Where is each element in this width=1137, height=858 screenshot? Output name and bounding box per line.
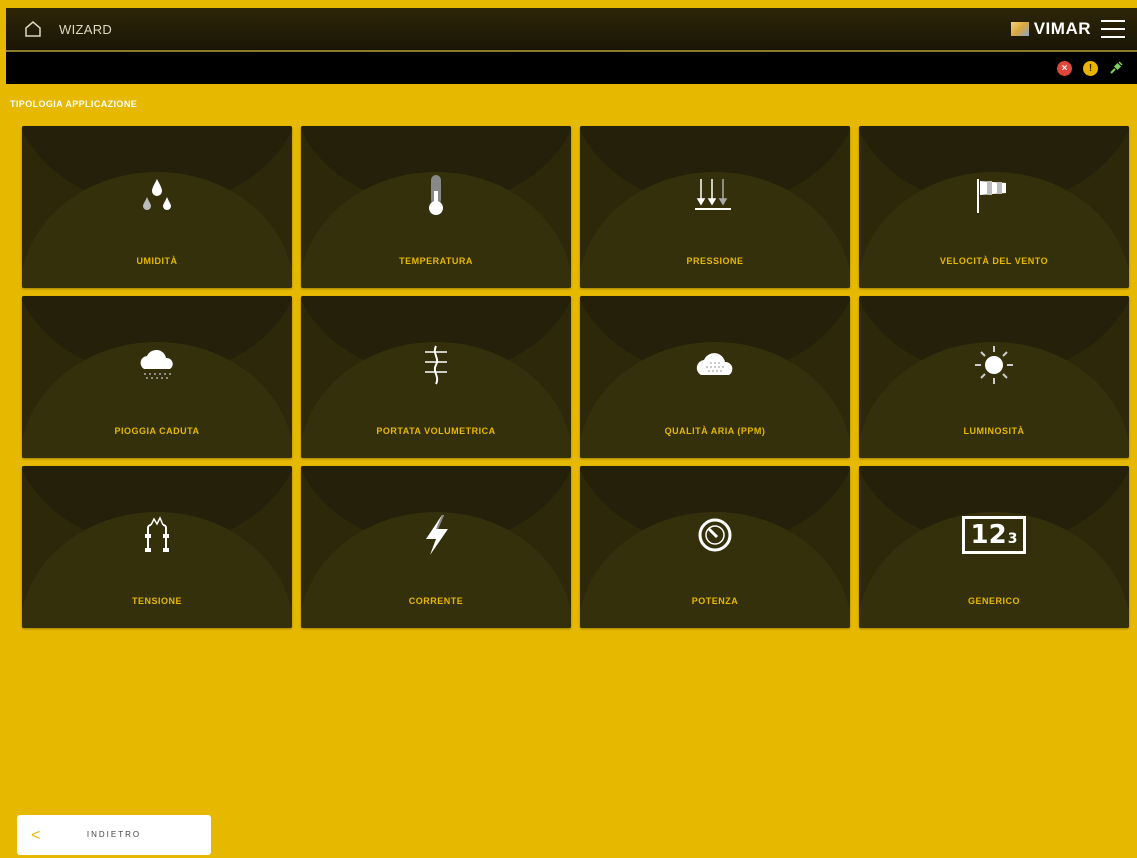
tile-umidita[interactable]: UMIDITÀ [22, 126, 292, 288]
warning-status-icon[interactable]: ! [1083, 60, 1098, 76]
tile-tensione[interactable]: TENSIONE [22, 466, 292, 628]
tile-pressione[interactable]: PRESSIONE [580, 126, 850, 288]
windsock-icon [970, 174, 1018, 216]
tile-velocita-vento[interactable]: VELOCITÀ DEL VENTO [859, 126, 1129, 288]
tile-label: VELOCITÀ DEL VENTO [939, 256, 1049, 266]
tile-potenza[interactable]: POTENZA [580, 466, 850, 628]
error-status-icon[interactable]: × [1057, 60, 1072, 76]
connection-plug-icon[interactable] [1109, 61, 1123, 75]
tile-label: PRESSIONE [686, 256, 744, 266]
tile-luminosita[interactable]: LUMINOSITÀ [859, 296, 1129, 458]
rain-cloud-icon [133, 344, 181, 386]
section-title: TIPOLOGIA APPLICAZIONE [10, 99, 138, 109]
tile-label: TENSIONE [131, 596, 182, 606]
generic-icon-subscript: 3 [1007, 531, 1018, 547]
brand-name: VIMAR [1033, 19, 1091, 38]
tile-label: LUMINOSITÀ [963, 426, 1025, 436]
tile-label: PIOGGIA CADUTA [114, 426, 200, 436]
tile-qualita-aria[interactable]: QUALITÀ ARIA (PPM) [580, 296, 850, 458]
lightning-icon [412, 514, 460, 556]
tile-label: TEMPERATURA [399, 256, 473, 266]
brand: VIMAR [1010, 8, 1091, 50]
tile-label: POTENZA [691, 596, 739, 606]
page-title: WIZARD [59, 21, 113, 37]
generic-numbers-icon: 12 3 [954, 514, 1034, 556]
tile-label: GENERICO [967, 596, 1020, 606]
voltage-icon [133, 514, 181, 556]
gauge-icon [691, 514, 739, 556]
tile-portata-volumetrica[interactable]: PORTATA VOLUMETRICA [301, 296, 571, 458]
hamburger-menu-icon[interactable] [1101, 20, 1125, 38]
sun-icon [970, 344, 1018, 386]
flow-icon [412, 344, 460, 386]
generic-icon-digits: 12 [970, 520, 1007, 550]
back-button-label: INDIETRO [86, 830, 142, 839]
home-icon[interactable] [24, 19, 44, 39]
air-quality-icon [691, 344, 739, 386]
pressure-icon [691, 174, 739, 216]
tile-label: UMIDITÀ [136, 256, 178, 266]
vimar-logo-icon [1010, 22, 1029, 36]
tile-generico[interactable]: 12 3 GENERICO [859, 466, 1129, 628]
tile-pioggia-caduta[interactable]: PIOGGIA CADUTA [22, 296, 292, 458]
status-bar: × ! [6, 52, 1137, 84]
thermometer-icon [412, 174, 460, 216]
tile-label: CORRENTE [408, 596, 464, 606]
tile-corrente[interactable]: CORRENTE [301, 466, 571, 628]
tile-label: QUALITÀ ARIA (PPM) [664, 426, 766, 436]
application-type-grid: UMIDITÀ TEMPERATURA PRESSIONE VELOCITÀ D… [22, 126, 1129, 628]
top-bar: WIZARD VIMAR [6, 8, 1137, 52]
humidity-icon [133, 174, 181, 216]
tile-label: PORTATA VOLUMETRICA [376, 426, 496, 436]
back-button[interactable]: < INDIETRO [17, 815, 211, 855]
tile-temperatura[interactable]: TEMPERATURA [301, 126, 571, 288]
